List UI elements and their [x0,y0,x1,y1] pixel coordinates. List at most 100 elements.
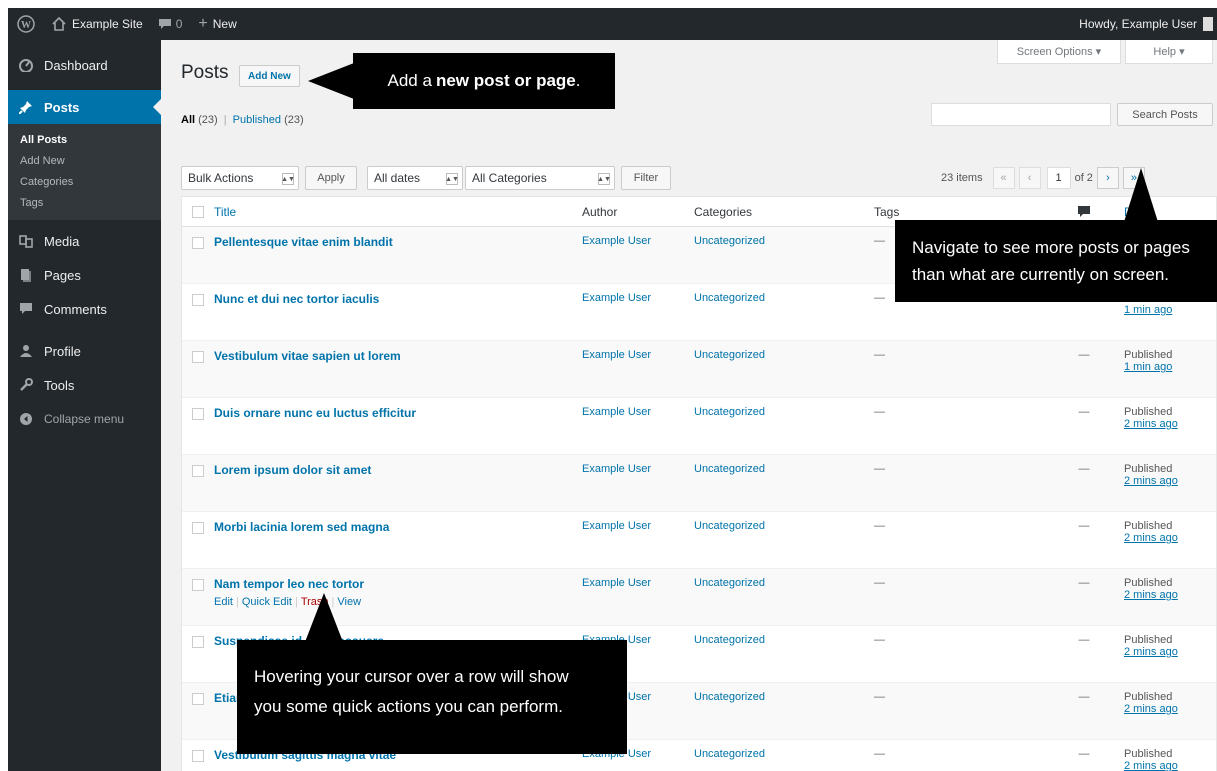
prev-page-button[interactable]: ‹ [1018,167,1041,189]
row-checkbox[interactable] [192,750,204,762]
row-actions: Edit | Quick Edit | Trash | View [214,596,362,608]
filter-published-count: (23) [284,114,304,126]
table-row[interactable]: Duis ornare nunc eu luctus efficitur Exa… [182,398,1216,455]
row-checkbox[interactable] [192,237,204,249]
post-title-link[interactable]: Nunc et dui nec tortor iaculis [214,292,582,306]
sidebar-item-profile[interactable]: Profile [8,334,161,368]
row-checkbox[interactable] [192,522,204,534]
filter-all-link[interactable]: All [181,114,195,126]
column-title-header[interactable]: Title [214,205,582,219]
total-pages-label: of 2 [1074,172,1093,184]
edit-link[interactable]: Edit [214,596,233,608]
next-page-button[interactable]: › [1096,167,1119,189]
sidebar-item-label: Profile [44,343,81,359]
post-tags: — [874,463,885,475]
post-author-link[interactable]: Example User [582,577,651,589]
apply-button[interactable]: Apply [305,166,357,190]
post-author-link[interactable]: Example User [582,463,651,475]
post-tags: — [874,349,885,361]
comments-menu[interactable]: 0 [151,8,191,40]
post-comments: — [1078,406,1090,418]
post-title-link[interactable]: Vestibulum vitae sapien ut lorem [214,349,582,363]
callout-add-suffix: . [575,71,581,90]
wordpress-logo-icon[interactable]: W [8,8,44,40]
post-author-link[interactable]: Example User [582,520,651,532]
media-icon [16,234,36,248]
sidebar-item-comments[interactable]: Comments [8,292,161,326]
new-content-menu[interactable]: + New [190,8,244,40]
add-new-post-button[interactable]: Add New [239,65,300,87]
filter-published-link[interactable]: Published [233,114,281,126]
sidebar-item-pages[interactable]: Pages [8,258,161,292]
filter-button[interactable]: Filter [621,166,671,190]
sidebar-item-dashboard[interactable]: Dashboard [8,48,161,82]
post-comments: — [1078,691,1090,703]
post-author-link[interactable]: Example User [582,292,651,304]
post-tags: — [874,292,885,304]
row-checkbox[interactable] [192,693,204,705]
row-checkbox[interactable] [192,408,204,420]
wrench-icon [16,378,36,392]
post-category-link[interactable]: Uncategorized [694,292,765,304]
select-arrow-icon: ▲▼ [445,173,459,185]
column-categories-header: Categories [694,204,753,219]
comments-column-icon[interactable] [1044,205,1124,218]
submenu-add-new[interactable]: Add New [8,151,161,172]
table-row[interactable]: Morbi lacinia lorem sed magna Example Us… [182,512,1216,569]
bulk-actions-select[interactable]: Bulk Actions ▲▼ [181,166,299,190]
select-all-checkbox[interactable] [192,205,204,218]
post-category-link[interactable]: Uncategorized [694,691,765,703]
post-category-link[interactable]: Uncategorized [694,520,765,532]
categories-select[interactable]: All Categories ▲▼ [465,166,615,190]
submenu-categories[interactable]: Categories [8,172,161,193]
post-time: 2 mins ago [1124,532,1178,544]
post-comments: — [1078,634,1090,646]
site-name-menu[interactable]: Example Site [44,8,151,40]
post-category-link[interactable]: Uncategorized [694,463,765,475]
post-time: 1 min ago [1124,361,1173,373]
row-checkbox[interactable] [192,351,204,363]
post-status: Published [1124,520,1173,532]
page-title: Posts [181,62,229,83]
post-author-link[interactable]: Example User [582,349,651,361]
sidebar-item-media[interactable]: Media [8,224,161,258]
post-category-link[interactable]: Uncategorized [694,748,765,760]
row-checkbox[interactable] [192,636,204,648]
submenu-tags[interactable]: Tags [8,193,161,214]
sidebar-item-posts[interactable]: Posts [8,90,161,124]
admin-bar: W Example Site 0 + New Howdy, Example Us… [8,8,1217,40]
post-category-link[interactable]: Uncategorized [694,406,765,418]
post-category-link[interactable]: Uncategorized [694,577,765,589]
submenu-all-posts[interactable]: All Posts [8,130,161,151]
quick-edit-link[interactable]: Quick Edit [242,596,292,608]
search-posts-input[interactable] [931,103,1111,126]
post-tags: — [874,748,885,760]
post-author-link[interactable]: Example User [582,235,651,247]
current-page-input[interactable]: 1 [1046,167,1071,189]
collapse-menu-button[interactable]: Collapse menu [8,402,161,436]
search-posts-button[interactable]: Search Posts [1117,103,1213,126]
row-checkbox[interactable] [192,294,204,306]
post-category-link[interactable]: Uncategorized [694,634,765,646]
post-title-link[interactable]: Lorem ipsum dolor sit amet [214,463,582,477]
dates-select[interactable]: All dates ▲▼ [367,166,463,190]
post-category-link[interactable]: Uncategorized [694,349,765,361]
sidebar-item-label: Posts [44,99,80,115]
screen-options-button[interactable]: Screen Options ▾ [997,40,1121,64]
callout-add-bold: new post or page [435,71,576,90]
post-category-link[interactable]: Uncategorized [694,235,765,247]
row-checkbox[interactable] [192,465,204,477]
post-title-link[interactable]: Morbi lacinia lorem sed magna [214,520,582,534]
table-row[interactable]: Lorem ipsum dolor sit amet Example User … [182,455,1216,512]
post-title-link[interactable]: Nam tempor leo nec tortor [214,577,582,591]
help-button[interactable]: Help ▾ [1125,40,1213,64]
table-row[interactable]: Vestibulum vitae sapien ut lorem Example… [182,341,1216,398]
first-page-button[interactable]: « [992,167,1015,189]
callout-nav-line2: than what are currently on screen. [912,265,1170,284]
sidebar-item-tools[interactable]: Tools [8,368,161,402]
post-title-link[interactable]: Pellentesque vitae enim blandit [214,235,582,249]
post-author-link[interactable]: Example User [582,406,651,418]
post-title-link[interactable]: Duis ornare nunc eu luctus efficitur [214,406,582,420]
user-account-menu[interactable]: Howdy, Example User [1071,8,1217,40]
row-checkbox[interactable] [192,579,204,591]
